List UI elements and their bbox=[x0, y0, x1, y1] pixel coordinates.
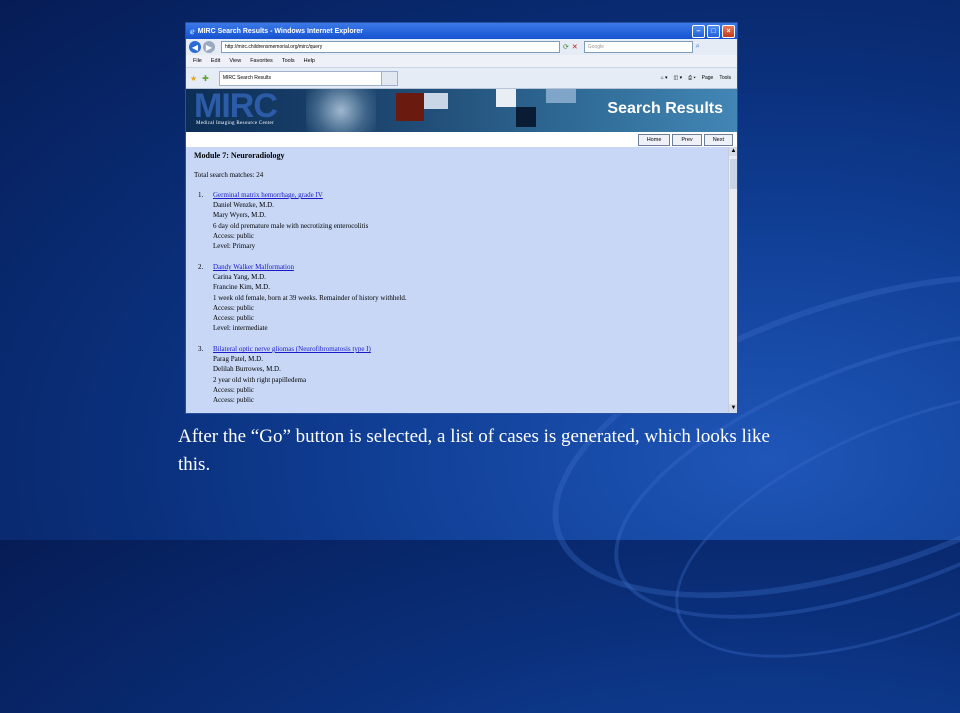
case-line: Access: public bbox=[213, 231, 255, 240]
slide-caption: After the “Go” button is selected, a lis… bbox=[178, 426, 770, 475]
ie-logo-icon: ℯ bbox=[190, 26, 195, 36]
list-item: 3. Bilateral optic nerve gliomas (Neurof… bbox=[198, 344, 371, 405]
page-menu[interactable]: Page bbox=[702, 75, 714, 81]
mirc-subtitle: Medical Imaging Resource Center bbox=[196, 121, 275, 126]
case-line: Access: public bbox=[213, 303, 255, 312]
tab-label: MIRC Search Results bbox=[222, 75, 271, 81]
vertical-scrollbar[interactable]: ▲ ▼ bbox=[728, 147, 737, 413]
case-line: 2 year old with right papilledema bbox=[213, 375, 307, 384]
mirc-banner: MIRC Medical Imaging Resource Center Sea… bbox=[186, 89, 737, 132]
new-tab-button[interactable] bbox=[381, 70, 398, 86]
refresh-icon[interactable]: ⟳ bbox=[563, 43, 569, 51]
case-number: 3. bbox=[198, 345, 204, 353]
case-number: 1. bbox=[198, 191, 204, 199]
results-pane: Module 7: Neuroradiology Total search ma… bbox=[186, 147, 728, 413]
page-title: Search Results bbox=[607, 100, 723, 117]
menu-favorites[interactable]: Favorites bbox=[250, 58, 273, 64]
scroll-thumb[interactable] bbox=[730, 159, 737, 189]
case-line: Francine Kim, M.D. bbox=[213, 283, 270, 292]
menu-view[interactable]: View bbox=[229, 58, 241, 64]
url-input[interactable]: http://mirc.childrensmemorial.org/mirc/q… bbox=[221, 41, 560, 53]
banner-tile bbox=[546, 89, 576, 103]
scroll-up-icon[interactable]: ▲ bbox=[729, 147, 737, 156]
address-bar: ◀ ▶ http://mirc.childrensmemorial.org/mi… bbox=[186, 39, 737, 55]
search-placeholder: Google bbox=[587, 44, 604, 50]
menu-help[interactable]: Help bbox=[304, 58, 315, 64]
maximize-button[interactable]: □ bbox=[707, 24, 720, 38]
case-line: Carina Yang, M.D. bbox=[213, 273, 266, 282]
home-button[interactable]: Home bbox=[637, 134, 671, 146]
favorites-star-icon[interactable]: ★ bbox=[190, 74, 197, 83]
home-icon[interactable]: ⌂ ▾ bbox=[661, 75, 668, 81]
add-favorite-icon[interactable]: ✚ bbox=[202, 74, 209, 83]
close-button[interactable]: × bbox=[722, 24, 735, 38]
feeds-icon[interactable]: ◫ ▾ bbox=[674, 75, 683, 81]
search-input[interactable]: Google bbox=[583, 41, 693, 53]
prev-button[interactable]: Prev bbox=[672, 134, 702, 146]
menu-file[interactable]: File bbox=[193, 58, 202, 64]
banner-tile bbox=[396, 93, 424, 121]
total-matches: Total search matches: 24 bbox=[194, 171, 264, 179]
banner-tile bbox=[516, 107, 536, 127]
title-bar: ℯ MIRC Search Results - Windows Internet… bbox=[186, 23, 737, 39]
menu-edit[interactable]: Edit bbox=[211, 58, 220, 64]
url-text: http://mirc.childrensmemorial.org/mirc/q… bbox=[225, 44, 323, 50]
window-title: MIRC Search Results - Windows Internet E… bbox=[197, 27, 363, 35]
scroll-down-icon[interactable]: ▼ bbox=[729, 404, 737, 413]
minimize-button[interactable]: – bbox=[692, 24, 705, 38]
case-link[interactable]: Germinal matrix hemorrhage, grade IV bbox=[213, 191, 323, 199]
case-line: Access: public bbox=[213, 385, 255, 394]
case-line: 1 week old female, born at 39 weeks. Rem… bbox=[213, 293, 407, 302]
case-line: Access: public bbox=[213, 396, 255, 405]
case-line: Mary Wyers, M.D. bbox=[213, 211, 266, 220]
case-line: Level: Primary bbox=[213, 242, 256, 251]
case-number: 2. bbox=[198, 263, 204, 271]
case-line: Daniel Wenzke, M.D. bbox=[213, 201, 274, 210]
stop-icon[interactable]: ✕ bbox=[572, 43, 578, 51]
search-icon[interactable]: ⌕ bbox=[696, 43, 700, 51]
list-item: 1. Germinal matrix hemorrhage, grade IV … bbox=[198, 190, 369, 251]
case-line: Delilah Burrowes, M.D. bbox=[213, 365, 281, 374]
case-line: Level: intermediate bbox=[213, 324, 268, 333]
case-line: 6 day old premature male with necrotizin… bbox=[213, 221, 369, 230]
browser-window: ℯ MIRC Search Results - Windows Internet… bbox=[185, 22, 738, 414]
banner-tile bbox=[496, 89, 516, 107]
module-heading: Module 7: Neuroradiology bbox=[194, 151, 285, 160]
next-button[interactable]: Next bbox=[703, 134, 733, 146]
tools-menu[interactable]: Tools bbox=[719, 75, 731, 81]
case-link[interactable]: Dandy Walker Malformation bbox=[213, 263, 294, 271]
list-item: 2. Dandy Walker Malformation Carina Yang… bbox=[198, 262, 407, 333]
tab-mirc-search-results[interactable]: MIRC Search Results bbox=[218, 70, 382, 86]
banner-globe-image bbox=[306, 89, 376, 132]
menu-tools[interactable]: Tools bbox=[282, 58, 295, 64]
banner-tile bbox=[424, 93, 448, 109]
favorites-bar: ★ ✚ MIRC Search Results ⌂ ▾ ◫ ▾ ⎙ ▾ Page… bbox=[186, 68, 737, 89]
case-line: Access: public bbox=[213, 314, 255, 323]
back-button[interactable]: ◀ bbox=[189, 41, 201, 53]
print-icon[interactable]: ⎙ ▾ bbox=[688, 75, 696, 81]
menu-bar: File Edit View Favorites Tools Help bbox=[186, 55, 737, 68]
case-line: Parag Patel, M.D. bbox=[213, 355, 263, 364]
forward-button[interactable]: ▶ bbox=[203, 41, 215, 53]
case-link[interactable]: Bilateral optic nerve gliomas (Neurofibr… bbox=[213, 345, 371, 353]
